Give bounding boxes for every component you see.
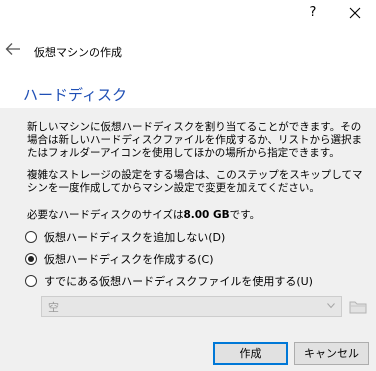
storage-note-paragraph: 複雑なストレージの設定をする場合は、このステップをスキップしてマシンを一度作成し… [27, 169, 363, 194]
existing-disk-select[interactable]: 空 [41, 296, 342, 317]
radio-existing-disk[interactable] [25, 275, 37, 287]
size-value: 8.00 GB [183, 209, 230, 221]
back-button[interactable] [5, 42, 23, 58]
wizard-header: 仮想マシンの作成 ハードディスク [0, 28, 376, 108]
description-paragraph: 新しいマシンに仮想ハードディスクを割り当てることができます。その場合は新しいハー… [27, 121, 363, 159]
option-no-disk-label: 仮想ハードディスクを追加しない(D) [44, 231, 226, 244]
close-button[interactable] [343, 3, 367, 23]
create-button[interactable]: 作成 [213, 342, 288, 365]
option-existing-disk-label: すでにある仮想ハードディスクファイルを使用する(U) [44, 275, 313, 288]
close-icon [349, 7, 361, 19]
wizard-title: 仮想マシンの作成 [34, 46, 122, 59]
radio-create-disk[interactable] [25, 253, 37, 265]
radio-no-disk[interactable] [25, 231, 37, 243]
size-prefix: 必要なハードディスクのサイズは [27, 209, 184, 221]
required-size-text: 必要なハードディスクのサイズは8.00 GBです。 [27, 207, 260, 222]
option-create-disk-label: 仮想ハードディスクを作成する(C) [44, 253, 214, 266]
chevron-down-icon [327, 303, 335, 309]
help-button[interactable]: ? [303, 3, 323, 23]
folder-icon [349, 301, 367, 314]
size-suffix: です。 [229, 209, 261, 221]
cancel-button[interactable]: キャンセル [294, 342, 369, 365]
title-bar: ? [0, 0, 376, 28]
page-heading: ハードディスク [23, 86, 127, 104]
choose-disk-file-button[interactable] [348, 296, 368, 317]
back-arrow-icon [5, 43, 20, 55]
option-existing-disk[interactable]: すでにある仮想ハードディスクファイルを使用する(U) [25, 273, 313, 289]
existing-disk-select-value: 空 [48, 301, 59, 314]
option-no-disk[interactable]: 仮想ハードディスクを追加しない(D) [25, 229, 225, 245]
button-bar: 作成 キャンセル [0, 330, 376, 371]
option-create-disk[interactable]: 仮想ハードディスクを作成する(C) [25, 251, 214, 267]
